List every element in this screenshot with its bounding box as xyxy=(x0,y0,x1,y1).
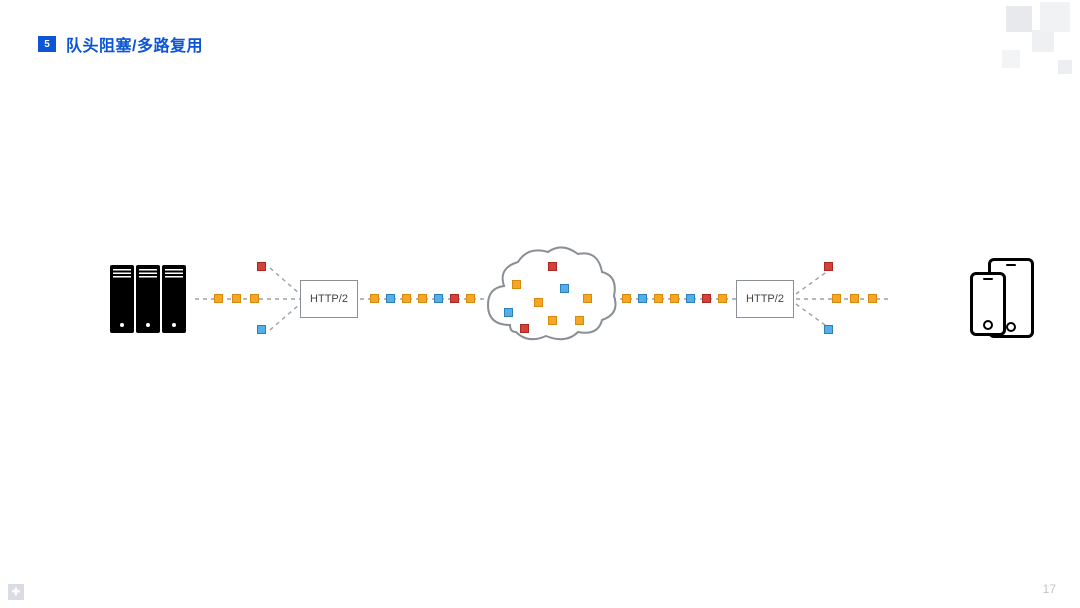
slide-header: 5 队头阻塞/多路复用 xyxy=(38,32,203,56)
packet xyxy=(534,298,543,307)
packet xyxy=(520,324,529,333)
packet xyxy=(504,308,513,317)
packet xyxy=(402,294,411,303)
packet xyxy=(232,294,241,303)
packet xyxy=(638,294,647,303)
packet xyxy=(418,294,427,303)
packet xyxy=(850,294,859,303)
section-number-badge: 5 xyxy=(38,36,56,52)
packet xyxy=(370,294,379,303)
protocol-box-left: HTTP/2 xyxy=(300,280,358,318)
packet xyxy=(450,294,459,303)
packet xyxy=(250,294,259,303)
packet xyxy=(702,294,711,303)
packet xyxy=(622,294,631,303)
packet xyxy=(214,294,223,303)
servers-icon xyxy=(110,265,186,333)
packet xyxy=(548,316,557,325)
packet xyxy=(583,294,592,303)
cloud-icon xyxy=(480,240,620,350)
packet xyxy=(832,294,841,303)
multiplexing-diagram: HTTP/2 HTTP/2 xyxy=(0,250,1080,420)
footer-logo: ✚ xyxy=(8,584,24,600)
page-number: 17 xyxy=(1043,582,1056,596)
packet xyxy=(386,294,395,303)
packet xyxy=(257,325,266,334)
packet xyxy=(466,294,475,303)
packet xyxy=(548,262,557,271)
packet xyxy=(824,325,833,334)
packet xyxy=(654,294,663,303)
decorative-squares xyxy=(960,0,1080,90)
packet xyxy=(718,294,727,303)
packet xyxy=(670,294,679,303)
packet xyxy=(434,294,443,303)
packet xyxy=(512,280,521,289)
packet xyxy=(560,284,569,293)
packet xyxy=(686,294,695,303)
packet xyxy=(575,316,584,325)
packet xyxy=(824,262,833,271)
packet xyxy=(257,262,266,271)
protocol-box-right: HTTP/2 xyxy=(736,280,794,318)
packet xyxy=(868,294,877,303)
slide-title: 队头阻塞/多路复用 xyxy=(66,32,203,56)
